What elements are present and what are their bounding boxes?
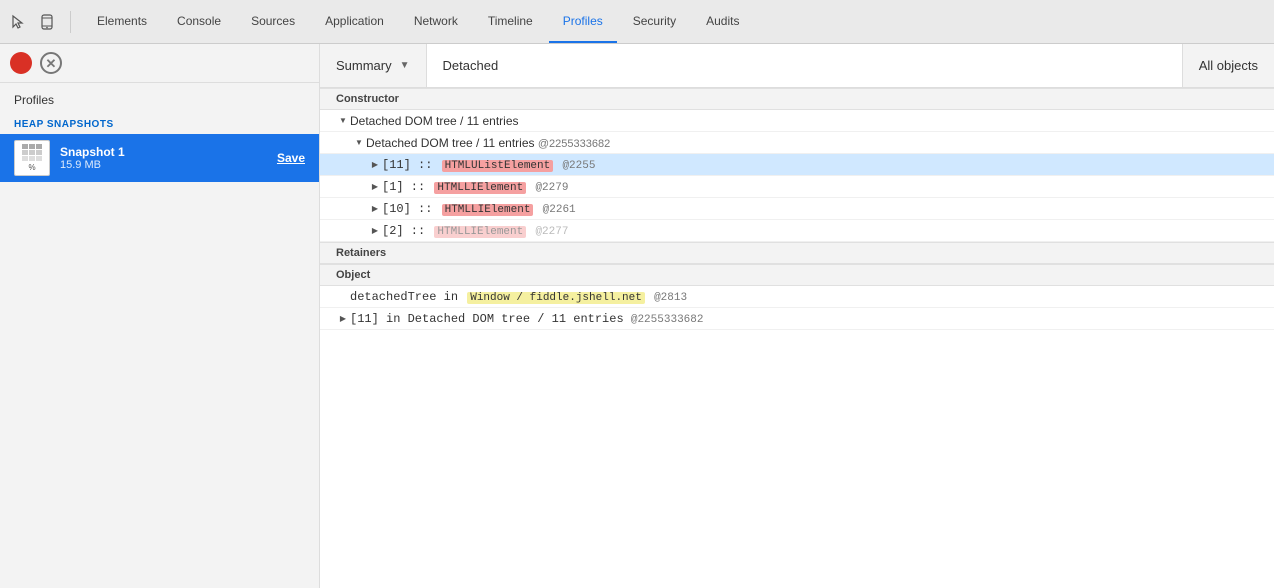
sidebar-title: Profiles bbox=[0, 83, 319, 111]
tab-network[interactable]: Network bbox=[400, 0, 472, 43]
tab-security[interactable]: Security bbox=[619, 0, 690, 43]
expand-icon[interactable] bbox=[336, 114, 350, 128]
tab-list: Elements Console Sources Application Net… bbox=[83, 0, 753, 43]
table-row[interactable]: [11] in Detached DOM tree / 11 entries @… bbox=[320, 308, 1274, 330]
expand-icon[interactable] bbox=[336, 312, 350, 326]
main-area: ✕ Profiles HEAP SNAPSHOTS % bbox=[0, 44, 1274, 588]
tab-profiles[interactable]: Profiles bbox=[549, 0, 617, 43]
expand-icon[interactable] bbox=[368, 158, 382, 172]
row-text: Detached DOM tree / 11 entries bbox=[350, 114, 519, 128]
table-row[interactable]: Detached DOM tree / 11 entries bbox=[320, 110, 1274, 132]
row-text: detachedTree in Window / fiddle.jshell.n… bbox=[350, 290, 687, 304]
tab-console[interactable]: Console bbox=[163, 0, 235, 43]
devtools-icons bbox=[8, 11, 71, 33]
sidebar: ✕ Profiles HEAP SNAPSHOTS % bbox=[0, 44, 320, 588]
snapshot-info: Snapshot 1 15.9 MB bbox=[60, 145, 267, 171]
tab-application[interactable]: Application bbox=[311, 0, 398, 43]
row-text: [2] :: HTMLLIElement @2277 bbox=[382, 224, 568, 238]
expand-icon[interactable] bbox=[352, 136, 366, 150]
table-row[interactable]: detachedTree in Window / fiddle.jshell.n… bbox=[320, 286, 1274, 308]
top-bar: Elements Console Sources Application Net… bbox=[0, 0, 1274, 44]
row-text: [10] :: HTMLLIElement @2261 bbox=[382, 202, 576, 216]
tab-sources[interactable]: Sources bbox=[237, 0, 309, 43]
snapshot-name: Snapshot 1 bbox=[60, 145, 267, 159]
expand-icon[interactable] bbox=[368, 202, 382, 216]
table-row[interactable]: Detached DOM tree / 11 entries @22553336… bbox=[320, 132, 1274, 154]
row-text: [11] in Detached DOM tree / 11 entries @… bbox=[350, 312, 703, 326]
cancel-button[interactable]: ✕ bbox=[40, 52, 62, 74]
row-text: [1] :: HTMLLIElement @2279 bbox=[382, 180, 568, 194]
filter-input[interactable] bbox=[427, 44, 1183, 87]
object-section-header: Object bbox=[320, 264, 1274, 286]
summary-dropdown[interactable]: Summary ▼ bbox=[320, 44, 427, 87]
expand-icon[interactable] bbox=[368, 224, 382, 238]
save-button[interactable]: Save bbox=[277, 151, 305, 165]
tab-elements[interactable]: Elements bbox=[83, 0, 161, 43]
row-text: Detached DOM tree / 11 entries @22553336… bbox=[366, 136, 610, 150]
snapshot-icon: % bbox=[14, 140, 50, 176]
dropdown-arrow-icon: ▼ bbox=[400, 60, 410, 71]
row-text: [11] :: HTMLUListElement @2255 bbox=[382, 158, 595, 172]
table-row[interactable]: [1] :: HTMLLIElement @2279 bbox=[320, 176, 1274, 198]
constructor-section-header: Constructor bbox=[320, 88, 1274, 110]
snapshot-size: 15.9 MB bbox=[60, 159, 267, 171]
table-row[interactable]: [10] :: HTMLLIElement @2261 bbox=[320, 198, 1274, 220]
sidebar-toolbar: ✕ bbox=[0, 44, 319, 83]
record-button[interactable] bbox=[10, 52, 32, 74]
table-row[interactable]: [2] :: HTMLLIElement @2277 bbox=[320, 220, 1274, 242]
snapshot-item[interactable]: % Snapshot 1 15.9 MB Save bbox=[0, 134, 319, 182]
all-objects-button[interactable]: All objects bbox=[1183, 44, 1274, 87]
mobile-icon[interactable] bbox=[36, 11, 58, 33]
table-container[interactable]: Constructor Detached DOM tree / 11 entri… bbox=[320, 88, 1274, 588]
heap-snapshots-section-title: HEAP SNAPSHOTS bbox=[0, 111, 319, 134]
content-toolbar: Summary ▼ All objects bbox=[320, 44, 1274, 88]
tab-timeline[interactable]: Timeline bbox=[474, 0, 547, 43]
retainers-section-header: Retainers bbox=[320, 242, 1274, 264]
summary-label: Summary bbox=[336, 58, 392, 73]
expand-icon[interactable] bbox=[368, 180, 382, 194]
content-area: Summary ▼ All objects Constructor Detach… bbox=[320, 44, 1274, 588]
cursor-icon[interactable] bbox=[8, 11, 30, 33]
table-row[interactable]: [11] :: HTMLUListElement @2255 bbox=[320, 154, 1274, 176]
tab-audits[interactable]: Audits bbox=[692, 0, 753, 43]
